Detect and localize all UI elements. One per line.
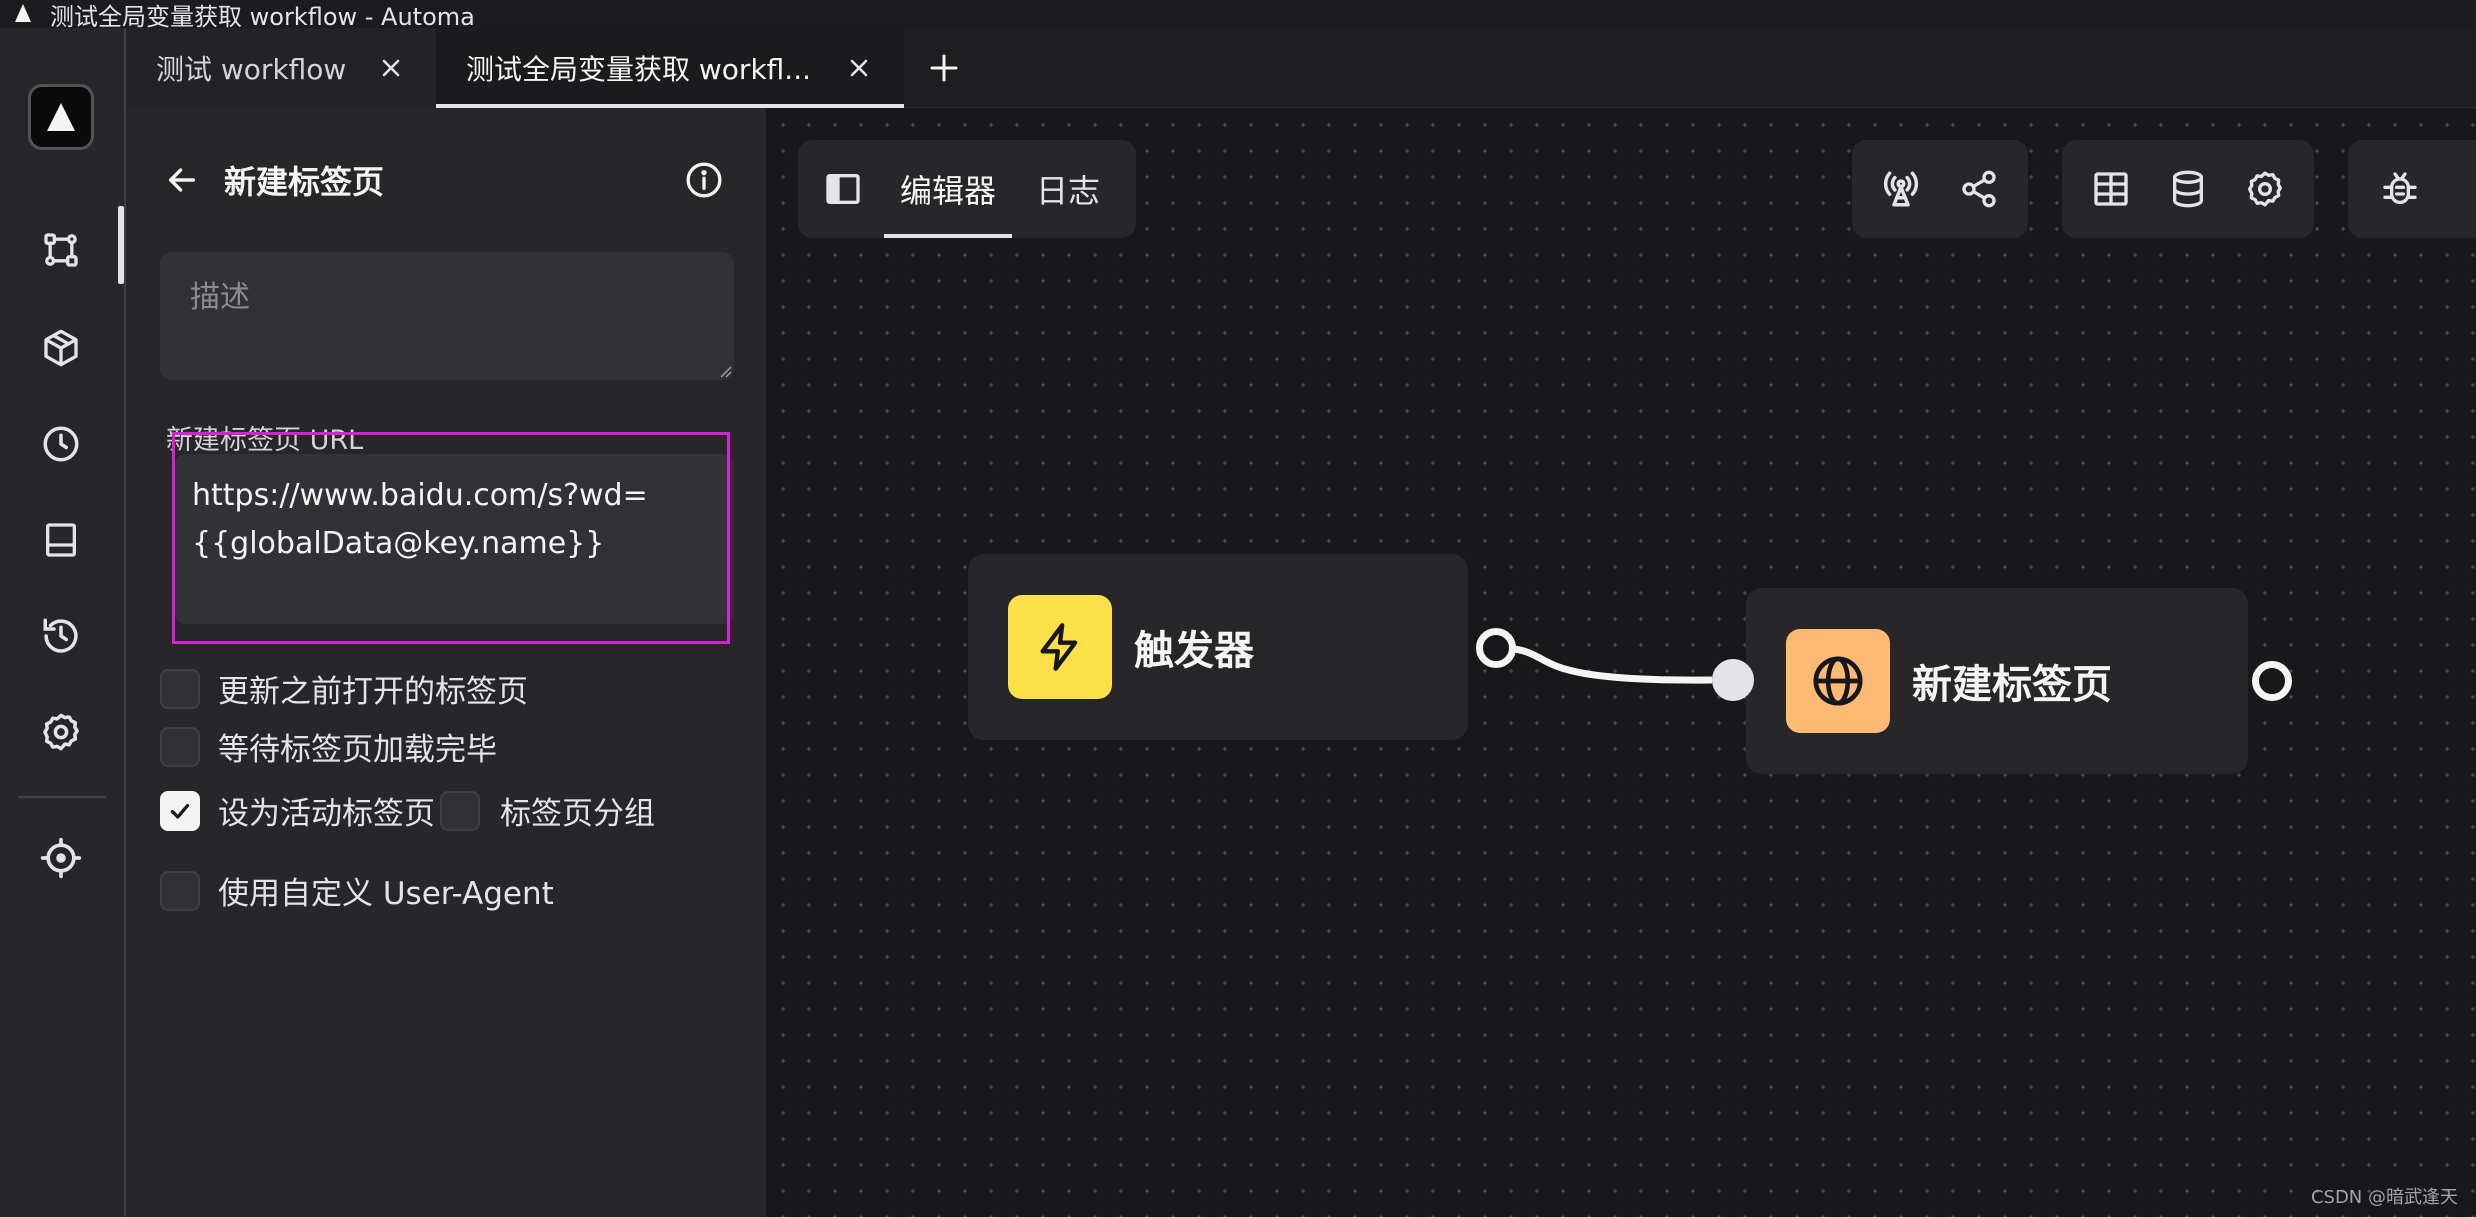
check-icon [170, 803, 190, 819]
cube-icon[interactable] [37, 324, 85, 372]
new-tab-node[interactable]: 新建标签页 [1746, 588, 2248, 774]
tab-label: 测试 workflow [156, 53, 347, 86]
left-nav-rail [0, 28, 126, 1217]
history-icon[interactable] [37, 612, 85, 660]
node-title: 触发器 [1134, 628, 1254, 674]
active-nav-indicator [118, 206, 124, 284]
automa-logo[interactable] [28, 84, 94, 150]
checkbox[interactable] [160, 870, 200, 911]
clock-icon[interactable] [37, 420, 85, 468]
gear-icon[interactable] [37, 708, 85, 756]
panel-header: 新建标签页 [160, 150, 726, 210]
bolt-icon [1008, 595, 1112, 699]
tab-test-workflow[interactable]: 测试 workflow [126, 28, 436, 108]
new-tab-input-handle[interactable] [1712, 659, 1754, 701]
tab-label: 测试全局变量获取 workfl... [466, 53, 811, 86]
option-set-active-tab[interactable]: 设为活动标签页 [160, 788, 435, 833]
option-label: 使用自定义 User-Agent [218, 876, 554, 912]
trigger-output-handle[interactable] [1476, 628, 1516, 668]
option-wait-tab-loaded[interactable]: 等待标签页加载完毕 [160, 724, 497, 769]
description-placeholder: 描述 [190, 280, 250, 315]
window-title: 测试全局变量获取 workflow - Automa [50, 2, 475, 31]
drawer-icon[interactable] [37, 516, 85, 564]
watermark: CSDN @暗武逢天 [2310, 1187, 2458, 1208]
option-label: 设为活动标签页 [218, 796, 435, 832]
url-input[interactable]: https://www.baidu.com/s?wd= {{globalData… [174, 454, 734, 624]
trigger-node[interactable]: 触发器 [968, 554, 1468, 740]
url-field-label: 新建标签页 URL [166, 425, 364, 456]
window-titlebar: 测试全局变量获取 workflow - Automa [0, 0, 2476, 31]
resize-handle-icon[interactable] [716, 362, 732, 378]
automa-app-icon [14, 3, 32, 25]
option-tab-group[interactable]: 标签页分组 [440, 788, 655, 833]
tab-global-variable-workflow[interactable]: 测试全局变量获取 workfl... [436, 28, 904, 108]
description-field[interactable]: 描述 [160, 252, 734, 380]
info-icon[interactable] [682, 158, 726, 202]
option-custom-user-agent[interactable]: 使用自定义 User-Agent [160, 868, 554, 913]
checkbox[interactable] [160, 668, 200, 709]
plus-icon [930, 54, 958, 82]
workflow-tab-bar: 测试 workflow 测试全局变量获取 workfl... [126, 28, 2476, 108]
checkbox[interactable] [440, 790, 480, 831]
flow-icon[interactable] [37, 226, 85, 274]
option-label: 标签页分组 [500, 796, 655, 832]
node-title: 新建标签页 [1912, 662, 2112, 708]
crosshair-icon[interactable] [37, 834, 85, 882]
option-label: 等待标签页加载完毕 [218, 732, 497, 768]
add-tab-button[interactable] [904, 28, 984, 108]
panel-title: 新建标签页 [224, 163, 385, 201]
close-icon[interactable] [376, 53, 406, 83]
block-edit-panel: 新建标签页 描述 新建标签页 URL https://www.baidu.com… [126, 108, 766, 1217]
back-arrow-icon[interactable] [160, 158, 204, 202]
workflow-canvas[interactable]: 编辑器 日志 触发器 新建标签页 CSDN @暗武逢天 [766, 108, 2476, 1217]
checkbox[interactable] [160, 726, 200, 767]
option-label: 更新之前打开的标签页 [218, 674, 528, 710]
new-tab-output-handle[interactable] [2252, 661, 2292, 701]
rail-divider [18, 796, 106, 798]
close-icon[interactable] [844, 53, 874, 83]
option-update-prev-tab[interactable]: 更新之前打开的标签页 [160, 666, 528, 711]
checkbox-checked[interactable] [160, 790, 200, 831]
globe-icon [1786, 629, 1890, 733]
